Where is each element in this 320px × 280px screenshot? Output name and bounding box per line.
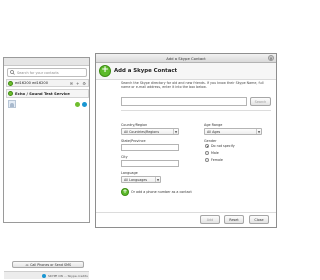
call-phones-label: Call Phones or Send SMS xyxy=(30,262,72,267)
close-icon[interactable]: × xyxy=(268,55,274,61)
city-label: City xyxy=(121,155,128,159)
gender-label: Gender xyxy=(204,139,217,143)
state-label: State/Province xyxy=(121,139,146,143)
contact-status-icon xyxy=(8,91,13,96)
intro-text: Search the Skype directory for old and n… xyxy=(121,81,264,90)
contact-item-echo[interactable]: Echo / Sound Test Service xyxy=(6,89,89,98)
age-select[interactable]: All Ages ▼ xyxy=(204,128,262,135)
call-icon[interactable] xyxy=(75,101,80,107)
add-button[interactable]: Add xyxy=(200,215,220,224)
country-value: All Countries/Regions xyxy=(124,129,160,134)
avatar[interactable] xyxy=(8,100,16,108)
state-input[interactable] xyxy=(121,144,179,151)
chevron-down-icon: ▼ xyxy=(173,129,178,134)
contact-search-input[interactable]: Search for your contacts xyxy=(7,68,87,77)
call-phones-button[interactable]: ☏ Call Phones or Send SMS xyxy=(12,261,84,268)
contact-name: Echo / Sound Test Service xyxy=(15,91,70,96)
language-select[interactable]: All Languages ▼ xyxy=(121,176,161,183)
add-contact-icon: + xyxy=(99,65,111,77)
dialog-heading: Add a Skype Contact xyxy=(114,68,178,74)
language-label: Language xyxy=(121,171,138,175)
skype-icon xyxy=(42,273,46,278)
contact-detail-row xyxy=(6,99,89,109)
age-label: Age Range xyxy=(204,123,223,127)
online-status-icon[interactable] xyxy=(8,80,13,86)
radio[interactable] xyxy=(205,151,209,155)
country-label: Country/Region xyxy=(121,123,148,127)
gender-option-unspecified[interactable]: Do not specify xyxy=(205,144,235,148)
country-select[interactable]: All Countries/Regions ▼ xyxy=(121,128,179,135)
add-phone-icon: + xyxy=(121,188,129,196)
status-text: SKYPE ON ... Skype credits xyxy=(48,273,88,278)
directory-search-row: Search xyxy=(121,97,271,106)
dialog-header: + Add a Skype Contact xyxy=(96,63,276,80)
skype-main-window: Search for your contacts ed16200 ed16200… xyxy=(3,57,90,279)
chevron-down-icon: ▼ xyxy=(155,177,160,182)
video-icon[interactable] xyxy=(82,101,87,107)
add-contact-icon[interactable]: + xyxy=(76,81,79,86)
dialog-titlebar: Add a Skype Contact × xyxy=(96,54,276,63)
directory-search-input[interactable] xyxy=(121,97,247,106)
city-input[interactable] xyxy=(121,160,179,167)
search-placeholder: Search for your contacts xyxy=(17,70,59,75)
add-phone-label: Or add a phone number as a contact xyxy=(131,190,192,194)
phone-icon: ☏ xyxy=(24,262,30,267)
divider xyxy=(121,110,271,111)
reset-button[interactable]: Reset xyxy=(224,215,244,224)
main-status-bar: SKYPE ON ... Skype credits xyxy=(4,271,89,279)
gender-option-male[interactable]: Male xyxy=(205,151,219,155)
age-value: All Ages xyxy=(207,129,221,134)
dialog-footer-divider xyxy=(96,212,276,213)
chevron-down-icon: ▼ xyxy=(256,129,261,134)
gender-option-label: Do not specify xyxy=(211,144,235,148)
mail-icon[interactable]: ✉ xyxy=(70,81,73,86)
gender-option-label: Male xyxy=(211,151,219,155)
gender-option-female[interactable]: Female xyxy=(205,158,223,162)
username-label: ed16200 ed16200 xyxy=(15,81,48,85)
close-button[interactable]: Close xyxy=(249,215,269,224)
user-status-bar[interactable]: ed16200 ed16200 ✉ + ⚙ xyxy=(6,79,89,87)
gear-icon[interactable]: ⚙ xyxy=(82,81,86,86)
main-titlebar xyxy=(4,58,89,66)
language-value: All Languages xyxy=(124,177,148,182)
search-icon xyxy=(10,70,15,75)
search-button[interactable]: Search xyxy=(250,97,271,106)
add-contact-dialog: Add a Skype Contact × + Add a Skype Cont… xyxy=(95,53,277,228)
gender-option-label: Female xyxy=(211,158,223,162)
add-phone-link[interactable]: + Or add a phone number as a contact xyxy=(121,188,192,196)
radio[interactable] xyxy=(205,158,209,162)
dialog-window-title: Add a Skype Contact xyxy=(166,55,206,61)
radio-selected[interactable] xyxy=(205,144,209,148)
